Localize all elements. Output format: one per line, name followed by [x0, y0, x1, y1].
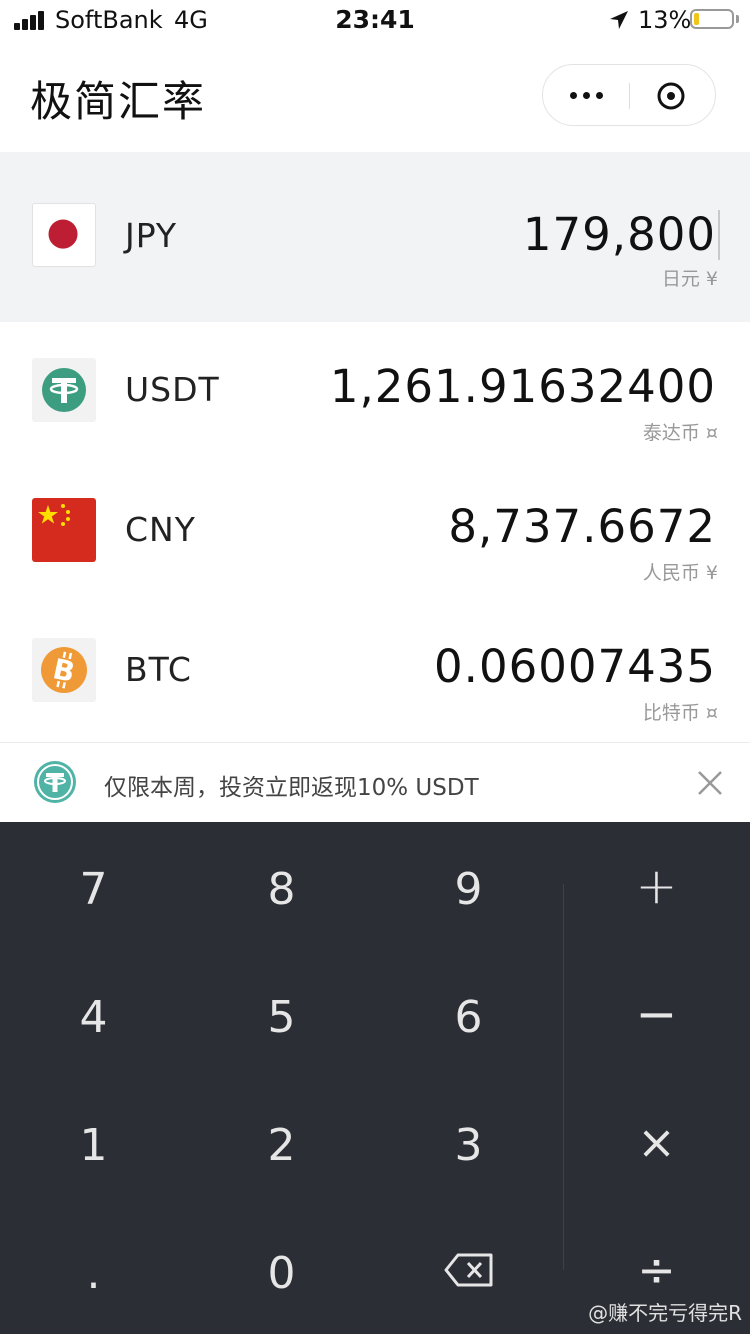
backspace-icon [444, 1253, 492, 1287]
currency-amount-input[interactable]: 179,800 [523, 208, 716, 261]
tether-coin-icon [34, 761, 76, 803]
china-flag-icon [32, 498, 96, 562]
tether-icon [32, 358, 96, 422]
currency-row-btc[interactable]: B BTC 0.06007435 比特币 ¤ [0, 602, 750, 742]
currency-row-cny[interactable]: CNY 8,737.6672 人民币 ¥ [0, 462, 750, 602]
currency-name: 人民币 ¥ [642, 562, 718, 584]
key-9[interactable]: 9 [375, 825, 562, 953]
location-arrow-icon [610, 11, 628, 29]
status-bar: SoftBank 4G 23:41 13% [0, 0, 750, 40]
promo-banner[interactable]: 仅限本周，投资立即返现10% USDT [0, 742, 750, 822]
operator-divider [563, 884, 564, 1270]
currency-amount: 1,261.91632400 [329, 360, 716, 413]
battery-tip [736, 15, 739, 23]
key-8[interactable]: 8 [188, 825, 375, 953]
currency-name: 泰达币 ¤ [642, 422, 718, 444]
text-cursor [718, 210, 720, 260]
battery-icon [690, 9, 734, 29]
key-4[interactable]: 4 [0, 953, 187, 1081]
currency-code: BTC [125, 650, 192, 689]
more-options-button[interactable] [543, 65, 630, 125]
key-multiply[interactable]: × [563, 1078, 750, 1206]
key-6[interactable]: 6 [375, 953, 562, 1081]
miniprogram-capsule [542, 64, 716, 126]
currency-name: 比特币 ¤ [642, 702, 718, 724]
currency-code: JPY [125, 216, 178, 255]
currency-code: USDT [125, 370, 220, 409]
promo-text: 仅限本周，投资立即返现10% USDT [104, 775, 479, 801]
currency-row-jpy[interactable]: JPY 179,800 日元 ¥ [0, 152, 750, 322]
key-plus[interactable]: + [563, 822, 750, 950]
battery-percent: 13% [638, 6, 692, 34]
close-icon[interactable] [697, 770, 723, 796]
key-2[interactable]: 2 [188, 1081, 375, 1209]
numeric-keypad: 7 8 9 + 4 5 6 − 1 2 3 × . 0 ÷ @赚不完亏得完R [0, 822, 750, 1334]
currency-amount: 8,737.6672 [448, 500, 716, 553]
exit-icon[interactable] [655, 80, 687, 112]
currency-amount: 0.06007435 [434, 640, 716, 693]
key-0[interactable]: 0 [188, 1209, 375, 1337]
key-minus[interactable]: − [563, 950, 750, 1078]
key-7[interactable]: 7 [0, 825, 187, 953]
bitcoin-icon: B [32, 638, 96, 702]
title-bar: 极简汇率 [0, 40, 750, 152]
currency-row-usdt[interactable]: USDT 1,261.91632400 泰达币 ¤ [0, 322, 750, 462]
dot [570, 91, 577, 99]
key-3[interactable]: 3 [375, 1081, 562, 1209]
dot [583, 91, 590, 99]
page-title: 极简汇率 [30, 77, 207, 126]
key-5[interactable]: 5 [188, 953, 375, 1081]
capsule-divider [629, 83, 630, 109]
key-1[interactable]: 1 [0, 1081, 187, 1209]
currency-code: CNY [125, 510, 196, 549]
currency-name: 日元 ¥ [661, 268, 718, 290]
backspace-button[interactable] [375, 1206, 562, 1334]
japan-flag-icon [32, 203, 96, 267]
watermark: @赚不完亏得完R [588, 1301, 742, 1325]
key-decimal[interactable]: . [0, 1209, 187, 1337]
dot [596, 91, 603, 99]
